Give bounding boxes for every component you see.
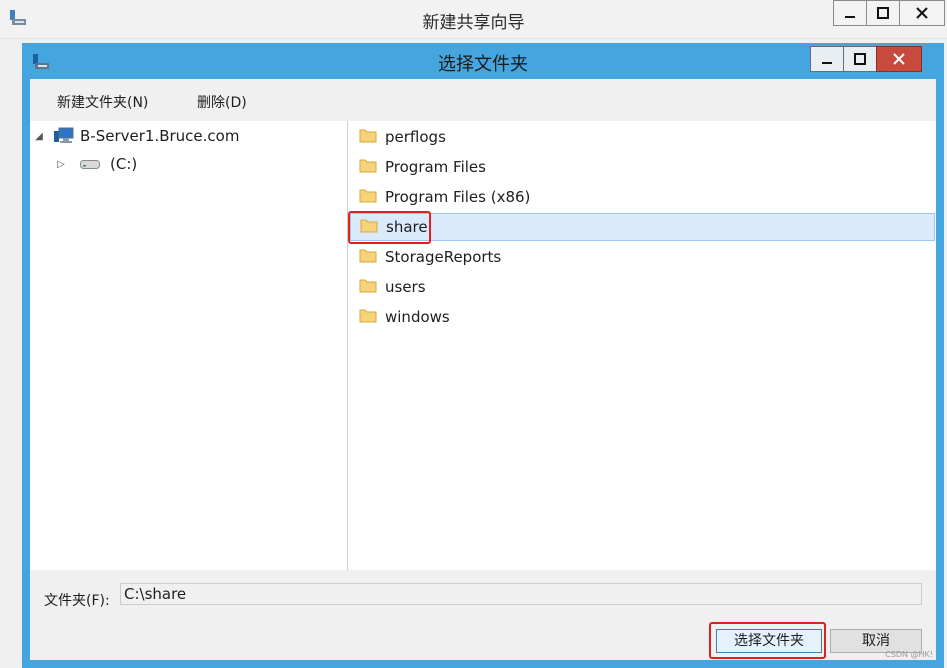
close-icon bbox=[893, 53, 905, 65]
watermark: CSDN @HK! bbox=[885, 650, 933, 659]
folder-icon bbox=[359, 278, 377, 297]
annotation-highlight-share bbox=[348, 211, 431, 244]
list-item-storagereports[interactable]: StorageReports bbox=[348, 243, 936, 271]
list-item-share[interactable]: share bbox=[350, 213, 935, 241]
dialog-maximize-button[interactable] bbox=[843, 46, 877, 72]
minimize-icon bbox=[845, 16, 855, 18]
folder-path-field[interactable]: C:\share bbox=[120, 583, 922, 605]
list-item-label: perflogs bbox=[385, 128, 446, 146]
folder-icon bbox=[359, 158, 377, 177]
outer-close-button[interactable] bbox=[899, 0, 945, 26]
folder-icon bbox=[359, 128, 377, 147]
expanded-arrow-icon[interactable]: ◢ bbox=[32, 131, 46, 142]
list-item-label: Program Files (x86) bbox=[385, 188, 531, 206]
list-item-windows[interactable]: windows bbox=[348, 303, 936, 331]
maximize-icon bbox=[877, 7, 889, 19]
list-item-label: windows bbox=[385, 308, 450, 326]
computer-icon bbox=[54, 127, 74, 145]
folder-field-label: 文件夹(F): bbox=[44, 593, 110, 609]
dialog-titlebar: 选择文件夹 bbox=[22, 43, 944, 79]
tree-item-server[interactable]: ◢ B-Server1.Bruce.com bbox=[32, 124, 239, 148]
tree-item-label: (C:) bbox=[110, 155, 138, 173]
list-item-perflogs[interactable]: perflogs bbox=[348, 123, 936, 151]
list-item-users[interactable]: users bbox=[348, 273, 936, 301]
drive-icon bbox=[80, 158, 100, 170]
list-item-label: Program Files bbox=[385, 158, 486, 176]
folder-list: perflogs Program Files Program Files (x8… bbox=[348, 121, 936, 570]
toolbar: 新建文件夹(N) 删除(D) bbox=[30, 79, 936, 121]
list-item-label: StorageReports bbox=[385, 248, 502, 266]
new-folder-button[interactable]: 新建文件夹(N) bbox=[57, 92, 148, 112]
list-item-program-files[interactable]: Program Files bbox=[348, 153, 936, 181]
annotation-highlight-select-button bbox=[709, 622, 826, 659]
bottom-panel: 文件夹(F): C:\share 选择文件夹 取消 bbox=[30, 570, 936, 660]
collapsed-arrow-icon[interactable]: ▷ bbox=[54, 159, 68, 170]
dialog-close-button[interactable] bbox=[876, 46, 922, 72]
outer-window-titlebar: 新建共享向导 bbox=[0, 0, 947, 39]
tree-item-label: B-Server1.Bruce.com bbox=[80, 127, 240, 145]
maximize-icon bbox=[854, 53, 866, 65]
folder-icon bbox=[359, 248, 377, 267]
outer-minimize-button[interactable] bbox=[833, 0, 867, 26]
close-icon bbox=[916, 7, 928, 19]
list-item-program-files-x86[interactable]: Program Files (x86) bbox=[348, 183, 936, 211]
select-folder-dialog: 选择文件夹 新建文件夹(N) 删除(D) ◢ B-Server1.Bruce.c… bbox=[22, 43, 944, 668]
tree-item-drive-c[interactable]: ▷ (C:) bbox=[54, 152, 137, 176]
dialog-title: 选择文件夹 bbox=[438, 54, 528, 75]
list-item-label: users bbox=[385, 278, 426, 296]
folder-tree: ◢ B-Server1.Bruce.com ▷ (C:) bbox=[30, 121, 348, 570]
folder-icon bbox=[359, 188, 377, 207]
dialog-client-area: 新建文件夹(N) 删除(D) ◢ B-Server1.Bruce.com ▷ (… bbox=[30, 79, 936, 660]
minimize-icon bbox=[822, 62, 832, 64]
dialog-minimize-button[interactable] bbox=[810, 46, 844, 72]
delete-button[interactable]: 删除(D) bbox=[197, 92, 247, 112]
folder-icon bbox=[359, 308, 377, 327]
outer-maximize-button[interactable] bbox=[866, 0, 900, 26]
outer-window-title: 新建共享向导 bbox=[422, 13, 525, 33]
